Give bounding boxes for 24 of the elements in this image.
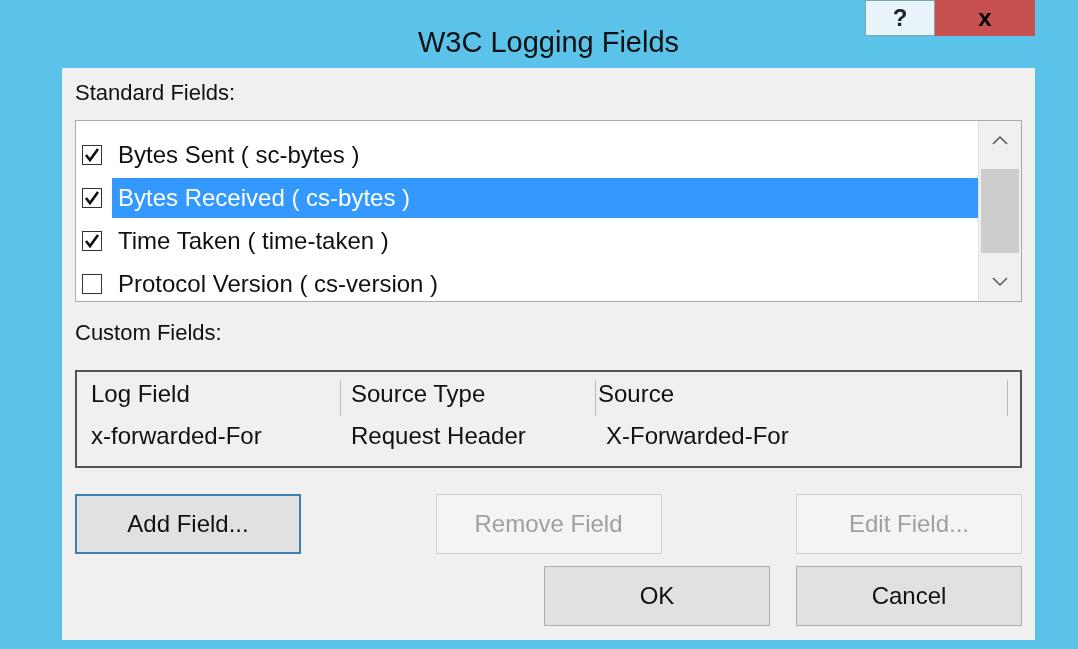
help-button[interactable]: ?: [865, 0, 935, 36]
dialog-button[interactable]: OK: [544, 566, 770, 626]
checkbox[interactable]: [82, 187, 102, 208]
column-header: Log Field: [89, 380, 341, 416]
dialog-button[interactable]: Add Field...: [75, 494, 301, 554]
column-header: Source: [596, 380, 1008, 416]
table-cell-text: Request Header: [350, 422, 527, 451]
scroll-down-icon[interactable]: [992, 276, 1008, 287]
scroll-up-icon[interactable]: [992, 135, 1008, 146]
field-list-item[interactable]: Bytes Sent ( sc-bytes ): [112, 134, 978, 175]
dialog-button[interactable]: Cancel: [796, 566, 1022, 626]
checkbox[interactable]: [82, 273, 102, 294]
section-label: Custom Fields:: [75, 320, 223, 347]
close-button[interactable]: x: [935, 0, 1035, 36]
table-cell-text: X-Forwarded-For: [605, 422, 790, 451]
scrollbar[interactable]: [978, 121, 1021, 301]
column-header: Source Type: [341, 380, 596, 416]
field-list-item[interactable]: Time Taken ( time-taken ): [112, 220, 978, 261]
checkbox[interactable]: [82, 144, 102, 165]
field-list-item[interactable]: Protocol Version ( cs-version ): [112, 263, 978, 301]
window-title: W3C Logging Fields: [416, 26, 681, 59]
table-cell-text: x-forwarded-For: [90, 422, 263, 451]
checkbox[interactable]: [82, 230, 102, 251]
section-label: Standard Fields:: [75, 80, 237, 107]
